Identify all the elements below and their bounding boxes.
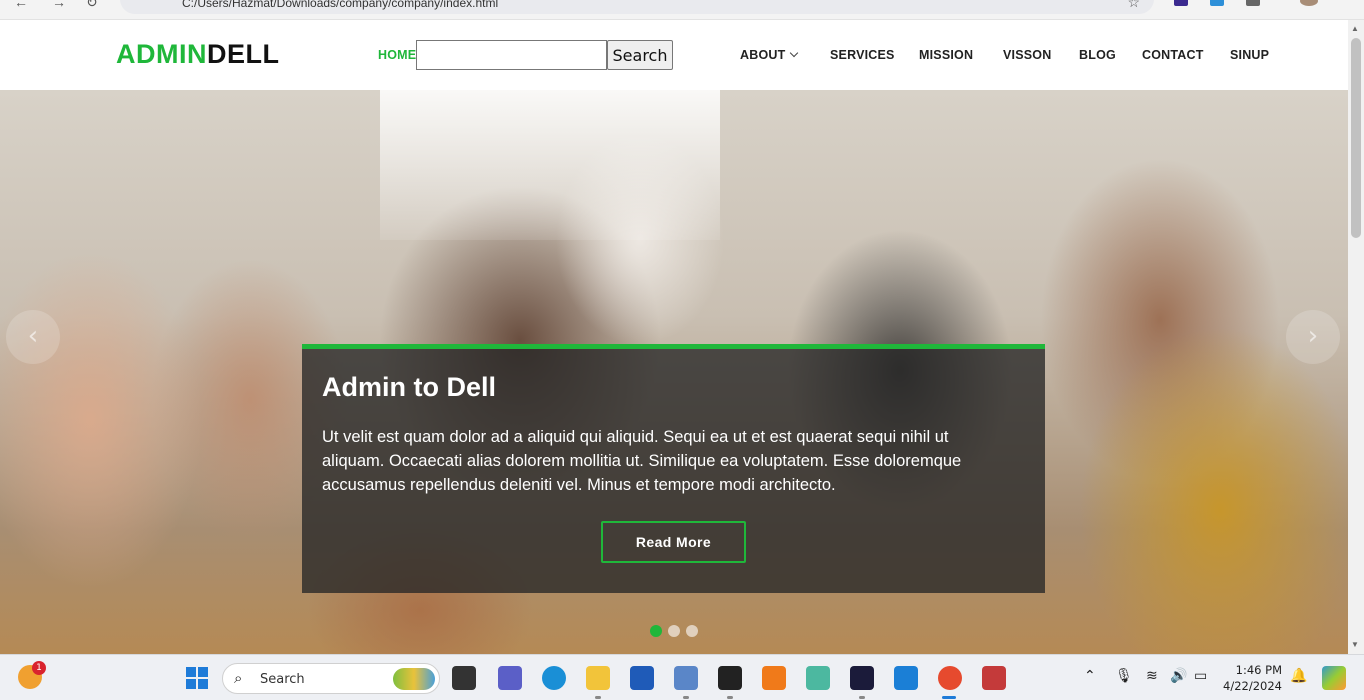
- task-view-icon[interactable]: [452, 666, 476, 690]
- hero-carousel: ‹ › Admin to Dell Ut velit est quam dolo…: [0, 90, 1348, 654]
- page-scrollbar[interactable]: ▲ ▼: [1348, 20, 1364, 654]
- carousel-next-icon[interactable]: ›: [1286, 310, 1340, 364]
- show-hidden-icons-chevron-icon[interactable]: ⌃: [1084, 668, 1096, 684]
- nav-about-label: ABOUT: [740, 48, 786, 62]
- nav-signup[interactable]: SINUP: [1230, 48, 1269, 62]
- terminal-icon[interactable]: [718, 666, 742, 690]
- nav-blog[interactable]: BLOG: [1079, 48, 1116, 62]
- app-icon[interactable]: [806, 666, 830, 690]
- scrollbar-thumb[interactable]: [1351, 38, 1361, 238]
- taskbar-clock[interactable]: 1:46 PM 4/22/2024: [1222, 662, 1282, 694]
- nav-home[interactable]: HOME: [378, 48, 416, 62]
- search-button[interactable]: Search: [607, 40, 673, 70]
- store-icon[interactable]: [630, 666, 654, 690]
- volume-icon[interactable]: 🔊: [1170, 668, 1187, 684]
- copilot-icon[interactable]: [1322, 666, 1346, 690]
- logo-dell: DELL: [207, 39, 280, 69]
- carousel-dot[interactable]: [668, 625, 680, 637]
- active-app-indicator: [942, 696, 956, 699]
- read-more-button[interactable]: Read More: [601, 521, 746, 563]
- microphone-icon[interactable]: 🎙: [1115, 668, 1133, 684]
- running-indicator: [727, 696, 733, 699]
- scroll-up-icon[interactable]: ▲: [1351, 24, 1359, 33]
- reload-icon[interactable]: ↻: [86, 0, 98, 11]
- address-url: C:/Users/Hazmat/Downloads/company/compan…: [182, 0, 499, 10]
- chrome-icon[interactable]: [938, 666, 962, 690]
- battery-icon[interactable]: ▭: [1194, 668, 1207, 684]
- search-input[interactable]: [416, 40, 607, 70]
- hero-caption-box: Admin to Dell Ut velit est quam dolor ad…: [302, 344, 1045, 593]
- nav-about[interactable]: ABOUT: [740, 48, 799, 62]
- carousel-prev-icon[interactable]: ‹: [6, 310, 60, 364]
- edge-icon[interactable]: [542, 666, 566, 690]
- address-bar[interactable]: C:/Users/Hazmat/Downloads/company/compan…: [120, 0, 1154, 14]
- site-header: ADMINDELL HOME Search ABOUT SERVICES MIS…: [0, 20, 1348, 90]
- carousel-indicators: [650, 624, 704, 642]
- carousel-dot[interactable]: [686, 625, 698, 637]
- taskbar-search[interactable]: ⌕ Search: [222, 663, 440, 694]
- taskbar-search-label: Search: [260, 672, 305, 687]
- windows-start-icon[interactable]: [186, 667, 208, 689]
- forward-icon[interactable]: →: [52, 0, 66, 10]
- clock-time: 1:46 PM: [1235, 663, 1282, 677]
- os-taskbar: 1 ⌕ Search ⌃ 🎙 ≋ 🔊 ▭ 1:46 PM 4/22/2024 🔔: [0, 654, 1364, 700]
- nav-vision[interactable]: VISSON: [1003, 48, 1051, 62]
- running-indicator: [595, 696, 601, 699]
- snipping-tool-icon[interactable]: [982, 666, 1006, 690]
- extension-icon[interactable]: [1246, 0, 1260, 6]
- xampp-icon[interactable]: [762, 666, 786, 690]
- hero-title: Admin to Dell: [322, 372, 496, 402]
- carousel-dot[interactable]: [650, 625, 662, 637]
- running-indicator: [859, 696, 865, 699]
- file-explorer-icon[interactable]: [586, 666, 610, 690]
- notification-badge: 1: [32, 661, 46, 675]
- bookmark-star-icon[interactable]: ☆: [1127, 0, 1140, 11]
- search-highlight-icon: [393, 668, 435, 690]
- hero-background-photo: [380, 90, 720, 240]
- scroll-down-icon[interactable]: ▼: [1351, 640, 1359, 649]
- nav-services[interactable]: SERVICES: [830, 48, 895, 62]
- running-indicator: [683, 696, 689, 699]
- back-icon[interactable]: ←: [14, 0, 28, 10]
- notifications-bell-icon[interactable]: 🔔: [1290, 668, 1307, 684]
- site-logo[interactable]: ADMINDELL: [116, 39, 280, 70]
- wifi-icon[interactable]: ≋: [1146, 668, 1158, 684]
- logo-admin: ADMIN: [116, 39, 207, 69]
- clock-date: 4/22/2024: [1223, 679, 1282, 693]
- teams-icon[interactable]: [498, 666, 522, 690]
- app-h-icon[interactable]: [850, 666, 874, 690]
- hero-description: Ut velit est quam dolor ad a aliquid qui…: [322, 428, 962, 494]
- nav-contact[interactable]: CONTACT: [1142, 48, 1204, 62]
- browser-toolbar: ← → ↻ C:/Users/Hazmat/Downloads/company/…: [0, 0, 1364, 20]
- notepad-icon[interactable]: [674, 666, 698, 690]
- vscode-icon[interactable]: [894, 666, 918, 690]
- nav-mission[interactable]: MISSION: [919, 48, 973, 62]
- chevron-down-icon: [790, 48, 799, 58]
- extension-icon[interactable]: [1210, 0, 1224, 6]
- profile-avatar[interactable]: [1300, 0, 1318, 6]
- extension-icon[interactable]: [1174, 0, 1188, 6]
- search-icon: ⌕: [234, 670, 243, 687]
